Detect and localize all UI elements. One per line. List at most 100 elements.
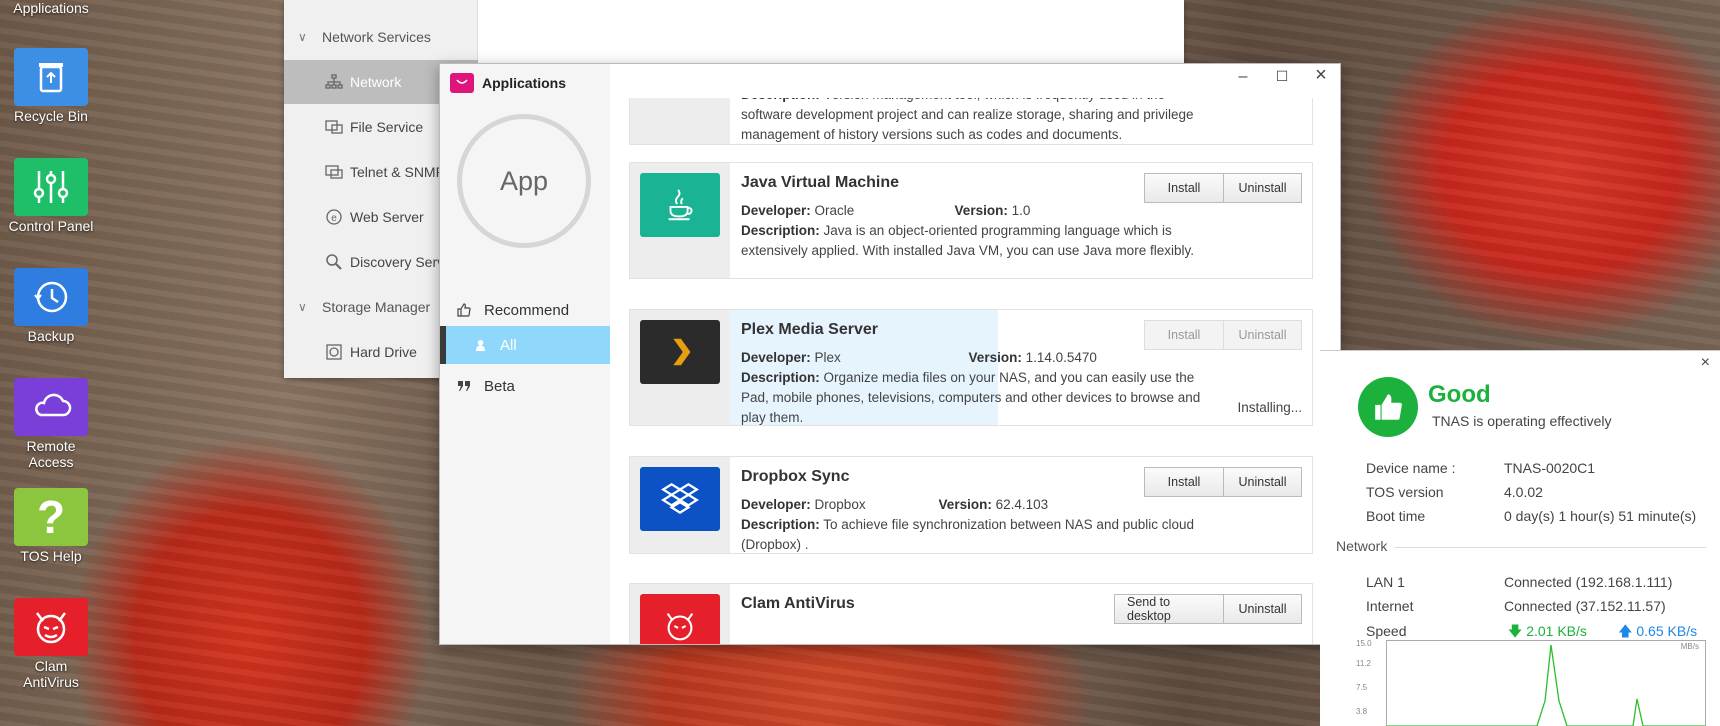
nav-all[interactable]: All [440, 326, 610, 364]
minimize-button[interactable]: – [1228, 68, 1258, 86]
tos-help-label: TOS Help [20, 548, 82, 564]
uninstall-button[interactable]: Uninstall [1224, 467, 1302, 497]
thumbs-up-icon [1358, 377, 1418, 437]
app-thumb [630, 584, 730, 644]
description-text: Version management tool, which is freque… [741, 98, 1194, 142]
cp-item-label: Telnet & SNMP [350, 164, 445, 180]
system-status-widget: × Good TNAS is operating effectively Dev… [1320, 350, 1720, 726]
applications-sidebar: Applications App Recommend All Beta [440, 64, 610, 644]
section-title: Network [1336, 538, 1388, 554]
info-value: TNAS-0020C1 [1504, 460, 1596, 476]
send-to-desktop-button[interactable]: Send to desktop [1114, 594, 1224, 624]
app-store-logo-icon [450, 73, 474, 93]
developer-label: Developer: [741, 350, 811, 365]
graph-line-svg [1387, 644, 1705, 726]
graph-tick-label: 3.8 [1356, 707, 1368, 716]
tos-help-shortcut[interactable]: ? TOS Help [6, 488, 96, 564]
backup-shortcut[interactable]: Backup [6, 268, 96, 344]
applications-window: Applications App Recommend All Beta – ☐ … [439, 63, 1341, 645]
close-button[interactable]: × [1306, 64, 1336, 87]
boot-time-row: Boot time 0 day(s) 1 hour(s) 51 minute(s) [1366, 508, 1716, 524]
description-label: Description: [741, 517, 820, 532]
recycle-bin-label: Recycle Bin [14, 108, 88, 124]
app-actions: Install Uninstall [1144, 467, 1302, 497]
remote-access-shortcut[interactable]: Remote Access [6, 378, 96, 470]
info-value: 4.0.02 [1504, 484, 1543, 500]
app-meta-row: Developer: Plex Version: 1.14.0.5470 [741, 348, 1201, 368]
description-label: Description: [741, 98, 820, 102]
quote-icon [456, 380, 472, 392]
control-panel-label: Control Panel [8, 218, 94, 234]
version-label: Version: [938, 497, 992, 512]
developer-label: Developer: [741, 497, 811, 512]
app-description: Description: Version management tool, wh… [741, 98, 1201, 145]
app-circle-label: App [499, 165, 549, 196]
clam-devil-icon [14, 598, 88, 656]
clock-backup-icon [14, 268, 88, 326]
window-title-text: Applications [482, 75, 567, 91]
close-icon[interactable]: × [1701, 354, 1710, 372]
chevron-down-icon: ∨ [298, 300, 307, 314]
hard-drive-icon [324, 343, 344, 361]
app-body: Plex Media Server Developer: Plex Version… [741, 320, 1201, 428]
window-title: Applications [450, 72, 566, 94]
file-service-icon [324, 118, 344, 136]
app-name: Dropbox Sync [741, 468, 850, 485]
app-list: Description: Version management tool, wh… [610, 98, 1328, 644]
app-thumb [630, 163, 730, 278]
info-key: LAN 1 [1366, 574, 1405, 590]
install-button[interactable]: Install [1144, 173, 1224, 203]
status-subline: TNAS is operating effectively [1432, 413, 1612, 429]
nav-label: Recommend [484, 301, 570, 319]
version-label: Version: [954, 203, 1008, 218]
app-meta-row: Developer: Dropbox Version: 62.4.103 [741, 495, 1201, 515]
install-button: Install [1144, 320, 1224, 350]
app-body: Dropbox Sync Developer: Dropbox Version: … [741, 467, 1201, 555]
cloud-icon [14, 378, 88, 436]
info-value: 0 day(s) 1 hour(s) 51 minute(s) [1504, 508, 1697, 524]
clam-devil-icon [640, 594, 720, 644]
control-panel-shortcut[interactable]: Control Panel [6, 158, 96, 234]
uninstall-button: Uninstall [1224, 320, 1302, 350]
uninstall-button[interactable]: Uninstall [1224, 173, 1302, 203]
clam-antivirus-label: Clam AntiVirus [23, 658, 79, 690]
graph-tick-label: 7.5 [1356, 683, 1368, 692]
recycle-bin-icon [14, 48, 88, 106]
install-button[interactable]: Install [1144, 467, 1224, 497]
app-body: Description: Version management tool, wh… [741, 98, 1201, 145]
desktop-label-text: Applications [13, 0, 89, 16]
install-status: Installing... [1237, 400, 1302, 415]
nav-beta[interactable]: Beta [440, 366, 610, 406]
upload-arrow-icon: 🡅 [1618, 623, 1633, 639]
web-server-icon: e [324, 208, 344, 226]
developer-label: Developer: [741, 203, 811, 218]
upload-speed: 0.65 KB/s [1636, 623, 1698, 639]
app-card-partial: Description: Version management tool, wh… [629, 98, 1313, 145]
app-body: Java Virtual Machine Developer: Oracle Ve… [741, 173, 1201, 261]
download-arrow-icon: 🡇 [1507, 623, 1523, 639]
divider [1394, 547, 1706, 548]
app-card-dropbox: Dropbox Sync Developer: Dropbox Version: … [629, 456, 1313, 554]
app-card-java: Java Virtual Machine Developer: Oracle Ve… [629, 162, 1313, 279]
maximize-button[interactable]: ☐ [1267, 68, 1297, 85]
desktop-label-applications[interactable]: Applications [6, 0, 96, 16]
network-icon [324, 73, 344, 91]
uninstall-button[interactable]: Uninstall [1224, 594, 1302, 624]
device-name-row: Device name : TNAS-0020C1 [1366, 460, 1716, 476]
app-thumb [630, 457, 730, 553]
cp-item-label: File Service [350, 119, 424, 135]
recycle-bin-shortcut[interactable]: Recycle Bin [6, 48, 96, 124]
version-value: 1.0 [1011, 203, 1031, 218]
cp-group-network-services[interactable]: ∨ Network Services [284, 15, 478, 59]
nav-recommend[interactable]: Recommend [440, 290, 610, 330]
app-actions: Install Uninstall [1144, 320, 1302, 350]
nav-label: All [500, 336, 517, 354]
status-headline: Good [1428, 381, 1491, 408]
clam-antivirus-shortcut[interactable]: Clam AntiVirus [6, 598, 96, 690]
info-key: Internet [1366, 598, 1414, 614]
info-key: TOS version [1366, 484, 1444, 500]
app-name: Java Virtual Machine [741, 174, 899, 191]
app-thumb [630, 310, 730, 425]
download-speed: 2.01 KB/s [1526, 623, 1587, 639]
app-description: Description: Java is an object-oriented … [741, 221, 1201, 261]
